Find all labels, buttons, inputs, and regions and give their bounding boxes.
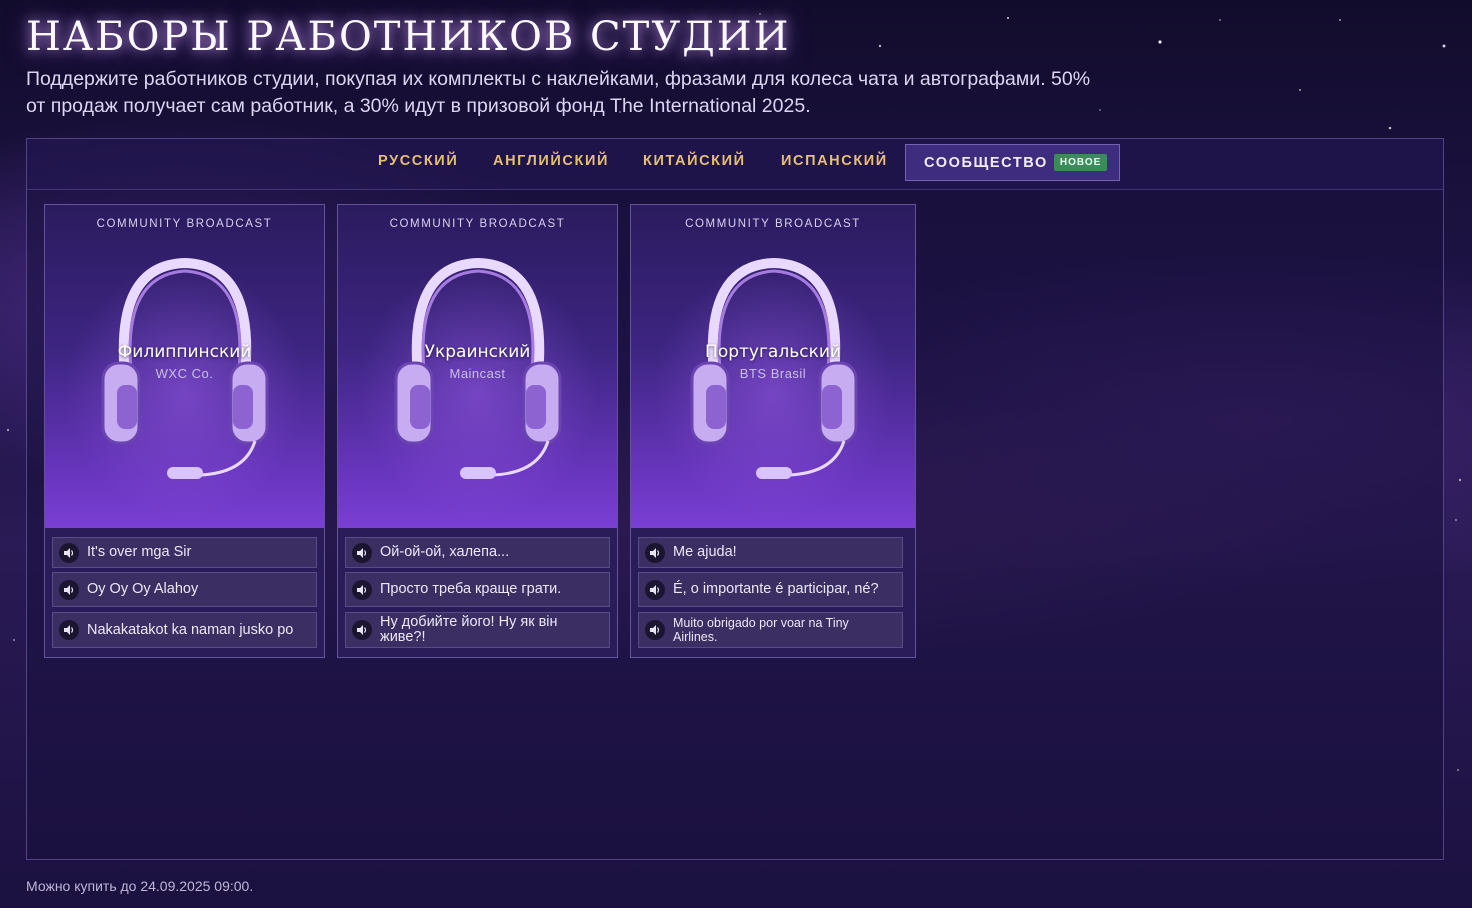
new-badge: НОВОЕ — [1053, 154, 1108, 171]
card-artwork: COMMUNITY BROADCAST Филиппинский WXC Co. — [45, 205, 324, 528]
availability-note: Можно купить до 24.09.2025 09:00. — [26, 878, 254, 894]
card-caster: BTS Brasil — [739, 366, 807, 381]
card-artwork: COMMUNITY BROADCAST Португальский BTS Br… — [631, 205, 915, 528]
phrase-text: É, o importante é participar, né? — [673, 581, 879, 597]
speaker-icon — [59, 579, 79, 600]
speaker-icon — [645, 620, 665, 640]
tab-english[interactable]: АНГЛИЙСКИЙ — [493, 153, 609, 169]
card-language: Филиппинский — [117, 342, 252, 362]
tab-community[interactable]: СООБЩЕСТВО НОВОЕ — [905, 144, 1121, 181]
speaker-icon — [645, 579, 665, 600]
speaker-icon — [59, 620, 79, 640]
phrase-text: Ой-ой-ой, халепа... — [380, 544, 510, 560]
speaker-icon — [352, 542, 372, 563]
card-language: Португальский — [705, 342, 841, 362]
phrase-item[interactable]: É, o importante é participar, né? — [638, 572, 903, 607]
phrase-text: Nakakatakot ka naman jusko po — [87, 621, 294, 638]
phrase-text: Ну добийте його! Ну як він живе?! — [380, 614, 558, 645]
speaker-icon — [352, 620, 372, 640]
speaker-icon — [59, 542, 79, 563]
tab-spanish[interactable]: ИСПАНСКИЙ — [781, 153, 888, 169]
bundle-card-ukrainian[interactable]: COMMUNITY BROADCAST Украинский Maincast … — [337, 204, 618, 658]
phrase-text: Oy Oy Oy Alahoy — [87, 581, 199, 597]
phrase-item[interactable]: Ой-ой-ой, халепа... — [345, 537, 610, 568]
card-header: COMMUNITY BROADCAST — [685, 218, 861, 230]
card-language: Украинский — [424, 342, 531, 362]
phrase-item[interactable]: Muito obrigado por voar na Tiny Airlines… — [638, 612, 903, 648]
phrase-item[interactable]: It's over mga Sir — [52, 537, 317, 568]
language-tabs: РУССКИЙ АНГЛИЙСКИЙ КИТАЙСКИЙ ИСПАНСКИЙ С… — [27, 139, 1443, 190]
phrase-text: Me ajuda! — [673, 544, 737, 560]
tab-chinese[interactable]: КИТАЙСКИЙ — [643, 153, 746, 169]
phrase-text: It's over mga Sir — [87, 544, 192, 560]
tab-community-label: СООБЩЕСТВО — [924, 154, 1048, 171]
card-header: COMMUNITY BROADCAST — [96, 218, 273, 230]
phrase-text: Muito obrigado por voar na Tiny Airlines… — [673, 616, 849, 644]
bundle-card-filipino[interactable]: COMMUNITY BROADCAST Филиппинский WXC Co.… — [44, 204, 325, 658]
phrase-item[interactable]: Просто треба краще грати. — [345, 572, 610, 607]
headphones-icon — [394, 257, 562, 479]
card-caster: Maincast — [449, 366, 506, 381]
phrase-text: Просто треба краще грати. — [380, 581, 562, 597]
page-title: НАБОРЫ РАБОТНИКОВ СТУДИИ — [26, 14, 791, 60]
speaker-icon — [645, 542, 665, 563]
speaker-icon — [352, 579, 372, 600]
bundle-card-portuguese[interactable]: COMMUNITY BROADCAST Португальский BTS Br… — [630, 204, 916, 658]
card-caster: WXC Co. — [155, 366, 214, 381]
headphones-icon — [101, 257, 269, 479]
phrase-item[interactable]: Nakakatakot ka naman jusko po — [52, 612, 317, 648]
card-header: COMMUNITY BROADCAST — [389, 218, 566, 230]
phrase-item[interactable]: Ну добийте його! Ну як він живе?! — [345, 612, 610, 648]
card-artwork: COMMUNITY BROADCAST Украинский Maincast — [338, 205, 617, 528]
page-subtitle: Поддержите работников студии, покупая их… — [26, 68, 1091, 117]
phrase-item[interactable]: Me ajuda! — [638, 537, 903, 568]
headphones-icon — [690, 257, 858, 479]
tab-russian[interactable]: РУССКИЙ — [378, 153, 458, 169]
phrase-item[interactable]: Oy Oy Oy Alahoy — [52, 572, 317, 607]
